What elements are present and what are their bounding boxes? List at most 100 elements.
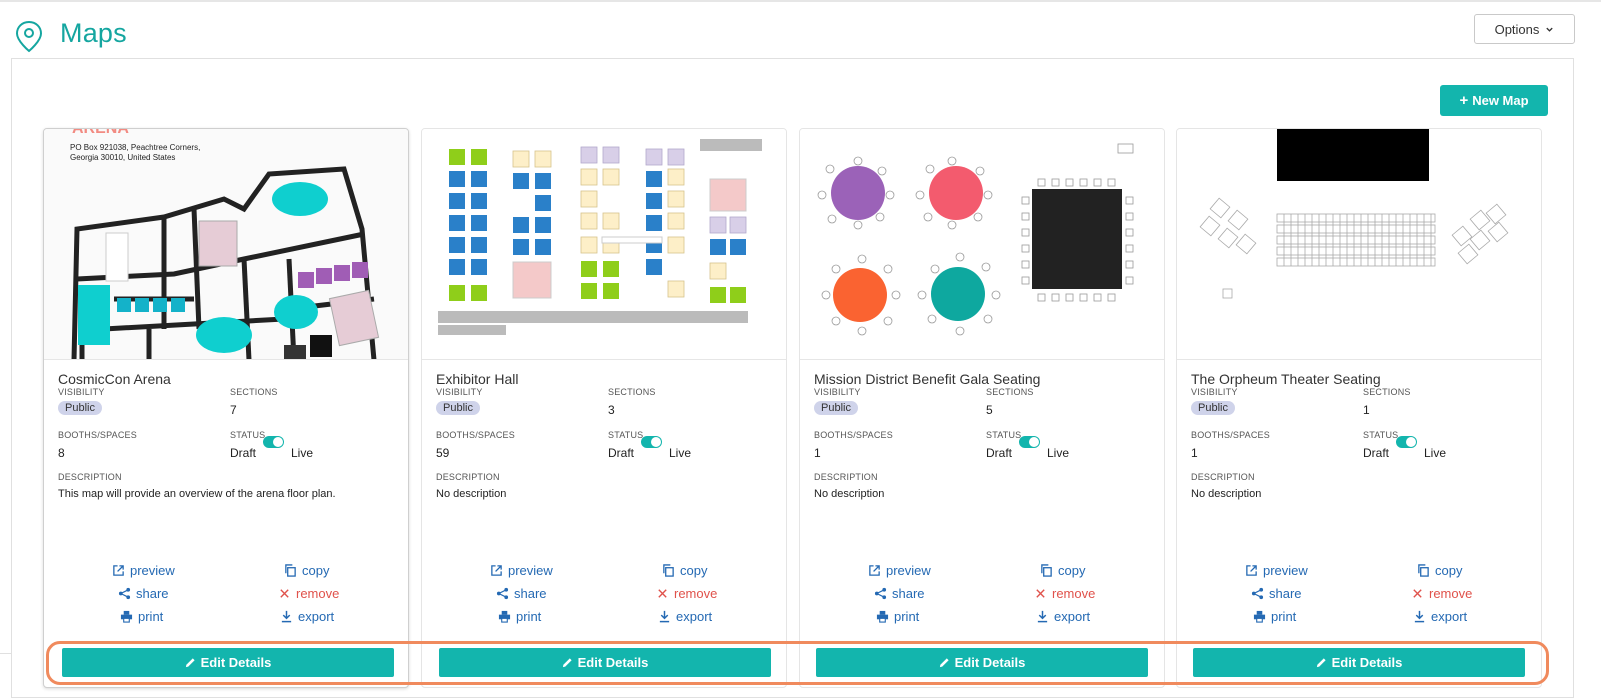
pencil-icon <box>562 658 572 668</box>
export-link[interactable]: export <box>280 609 334 624</box>
share-icon <box>874 587 887 600</box>
external-link-icon <box>491 565 502 576</box>
remove-link[interactable]: remove <box>1411 586 1472 601</box>
map-card-orpheum-theater: The Orpheum Theater Seating VISIBILITY P… <box>1176 128 1542 688</box>
download-icon <box>1414 610 1425 623</box>
edit-details-button[interactable]: Edit Details <box>62 648 394 677</box>
status-draft-label: Draft <box>1363 446 1390 460</box>
edit-details-button[interactable]: Edit Details <box>1193 648 1525 677</box>
new-map-label: New Map <box>1472 93 1529 108</box>
status-draft-label: Draft <box>608 446 635 460</box>
visibility-label: VISIBILITY <box>1191 387 1238 397</box>
preview-label: preview <box>130 563 175 578</box>
printer-icon <box>1253 610 1266 623</box>
description-label: DESCRIPTION <box>1191 472 1255 482</box>
booths-value: 59 <box>436 446 450 460</box>
visibility-label: VISIBILITY <box>436 387 483 397</box>
map-card-exhibitor-hall: Exhibitor Hall VISIBILITY Public SECTION… <box>421 128 787 688</box>
copy-icon <box>1418 564 1429 577</box>
thumb-address-2: Georgia 30010, United States <box>70 153 175 162</box>
remove-link[interactable]: remove <box>278 586 339 601</box>
status-label: STATUS <box>230 430 266 440</box>
booths-value: 8 <box>58 446 65 460</box>
map-thumbnail[interactable] <box>422 129 786 360</box>
export-link[interactable]: export <box>658 609 712 624</box>
export-label: export <box>1431 609 1468 624</box>
divider <box>0 653 11 654</box>
export-link[interactable]: export <box>1413 609 1467 624</box>
remove-link[interactable]: remove <box>656 586 717 601</box>
status-live-label: Live <box>1424 446 1447 460</box>
copy-link[interactable]: copy <box>1417 563 1462 578</box>
page-title: Maps <box>60 18 127 48</box>
print-link[interactable]: print <box>876 609 919 624</box>
remove-label: remove <box>1429 586 1473 601</box>
edit-details-button[interactable]: Edit Details <box>439 648 771 677</box>
copy-label: copy <box>1435 563 1463 578</box>
printer-icon <box>498 610 511 623</box>
close-icon <box>658 589 667 598</box>
printer-icon <box>876 610 889 623</box>
status-toggle[interactable] <box>263 436 284 448</box>
copy-link[interactable]: copy <box>1040 563 1085 578</box>
print-link[interactable]: print <box>498 609 541 624</box>
status-live-label: Live <box>669 446 692 460</box>
print-label: print <box>516 609 542 624</box>
page-header: Maps <box>0 0 1601 60</box>
map-pin-icon <box>15 20 43 53</box>
print-label: print <box>138 609 164 624</box>
export-link[interactable]: export <box>1036 609 1090 624</box>
close-icon <box>1036 589 1045 598</box>
sections-value: 1 <box>1363 403 1370 417</box>
status-live-label: Live <box>291 446 314 460</box>
options-dropdown-button[interactable]: Options <box>1474 14 1575 44</box>
remove-link[interactable]: remove <box>1034 586 1095 601</box>
map-thumbnail[interactable] <box>1177 129 1541 360</box>
card-title: The Orpheum Theater Seating <box>1191 371 1381 387</box>
share-link[interactable]: share <box>1251 586 1302 601</box>
visibility-label: VISIBILITY <box>58 387 105 397</box>
status-toggle[interactable] <box>1019 436 1040 448</box>
sections-value: 5 <box>986 403 993 417</box>
arena-map-image: ARENA PO Box 921038, Peachtree Corners, … <box>44 129 408 359</box>
description-label: DESCRIPTION <box>436 472 500 482</box>
plus-icon: + <box>1459 92 1469 109</box>
card-title: CosmicCon Arena <box>58 371 171 387</box>
share-label: share <box>514 586 547 601</box>
booths-value: 1 <box>1191 446 1198 460</box>
download-icon <box>281 610 292 623</box>
status-toggle[interactable] <box>1396 436 1417 448</box>
sections-label: SECTIONS <box>608 387 656 397</box>
map-thumbnail[interactable] <box>800 129 1164 360</box>
preview-link[interactable]: preview <box>490 563 553 578</box>
gala-map-image <box>800 129 1164 359</box>
card-title: Exhibitor Hall <box>436 371 519 387</box>
sections-label: SECTIONS <box>1363 387 1411 397</box>
status-toggle[interactable] <box>641 436 662 448</box>
edit-details-button[interactable]: Edit Details <box>816 648 1148 677</box>
preview-link[interactable]: preview <box>1245 563 1308 578</box>
chevron-down-icon <box>1546 27 1554 32</box>
share-link[interactable]: share <box>874 586 925 601</box>
booths-label: BOOTHS/SPACES <box>436 430 515 440</box>
share-link[interactable]: share <box>496 586 547 601</box>
booths-label: BOOTHS/SPACES <box>58 430 137 440</box>
status-label: STATUS <box>1363 430 1399 440</box>
copy-link[interactable]: copy <box>284 563 329 578</box>
map-thumbnail[interactable]: ARENA PO Box 921038, Peachtree Corners, … <box>44 129 408 360</box>
copy-link[interactable]: copy <box>662 563 707 578</box>
pencil-icon <box>1316 658 1326 668</box>
close-icon <box>280 589 289 598</box>
share-link[interactable]: share <box>118 586 169 601</box>
edit-details-label: Edit Details <box>1331 655 1403 670</box>
pencil-icon <box>185 658 195 668</box>
print-link[interactable]: print <box>120 609 163 624</box>
print-link[interactable]: print <box>1253 609 1296 624</box>
external-link-icon <box>1246 565 1257 576</box>
export-label: export <box>1054 609 1091 624</box>
preview-link[interactable]: preview <box>112 563 175 578</box>
remove-label: remove <box>296 586 340 601</box>
preview-link[interactable]: preview <box>868 563 931 578</box>
new-map-button[interactable]: + New Map <box>1440 85 1548 116</box>
remove-label: remove <box>1052 586 1096 601</box>
